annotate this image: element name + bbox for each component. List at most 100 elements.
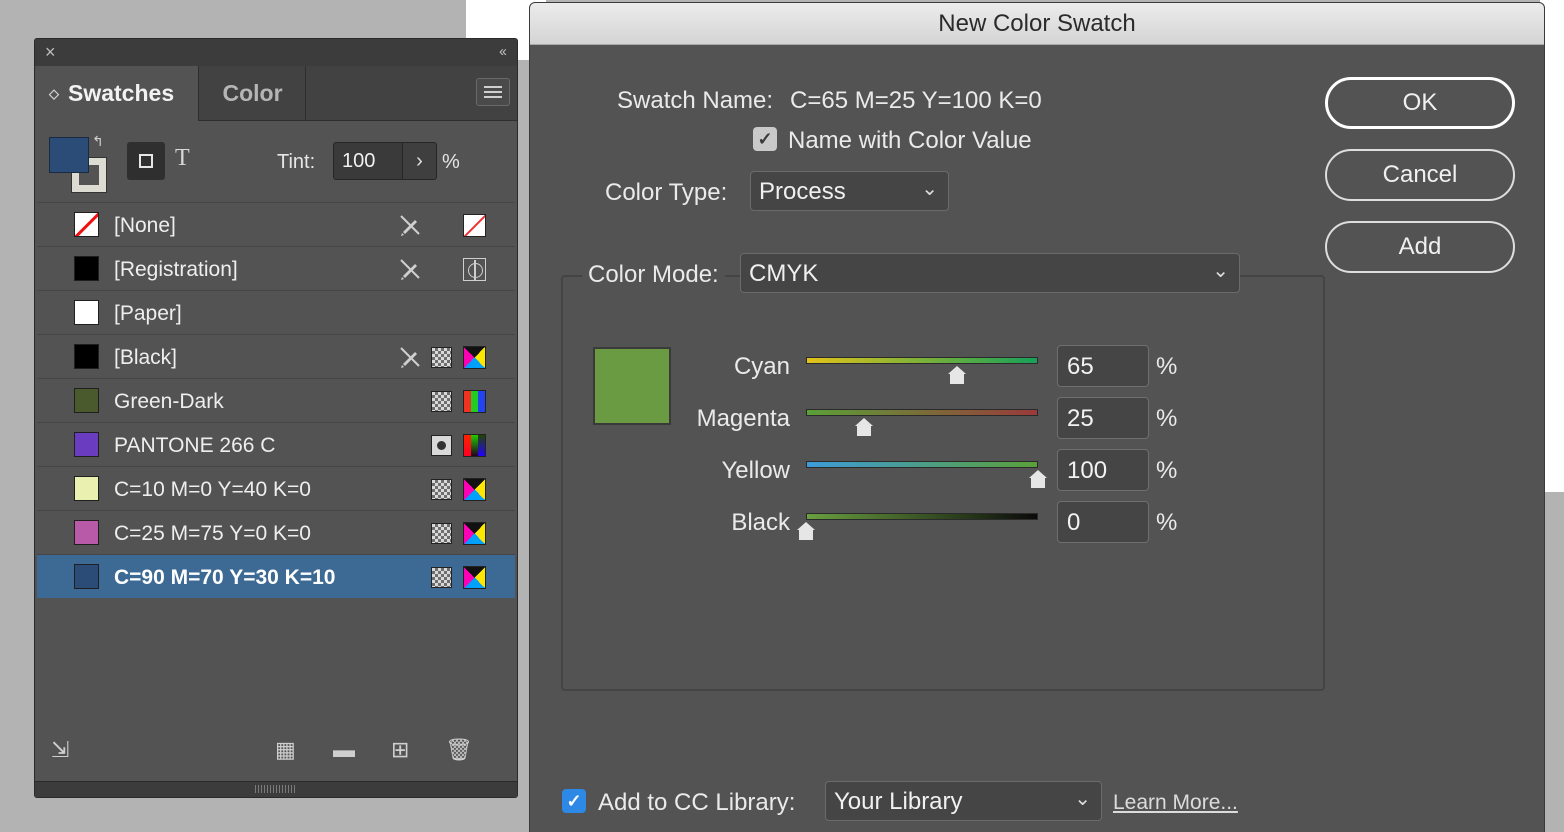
value-input-magenta[interactable]: 25 [1057, 397, 1149, 439]
panel-menu-button[interactable] [476, 78, 510, 106]
swatch-row[interactable]: PANTONE 266 C [37, 422, 515, 466]
pencil-crossed-icon [397, 212, 423, 238]
cmyk-icon [463, 522, 486, 545]
swatch-row[interactable]: [Paper] [37, 290, 515, 334]
folder-icon[interactable]: ▬ [333, 737, 355, 763]
pencil-crossed-icon [397, 256, 423, 282]
slider-track-cyan[interactable] [806, 357, 1038, 364]
swatch-chip [74, 432, 99, 457]
hamburger-icon [484, 86, 502, 88]
swatch-name: [Black] [114, 346, 178, 369]
fill-swatch[interactable] [49, 137, 89, 173]
slider-thumb-yellow[interactable] [1029, 470, 1047, 488]
swatch-chip [74, 388, 99, 413]
chevron-down-icon: ⌄ [1212, 260, 1229, 282]
cc-library-select[interactable]: Your Library ⌄ [825, 781, 1102, 821]
swatch-row[interactable]: C=90 M=70 Y=30 K=10 [37, 554, 515, 598]
collapse-icon[interactable]: ‹‹ [499, 43, 507, 60]
swatch-chip [74, 564, 99, 589]
none-icon [463, 214, 486, 237]
process-icon [431, 567, 452, 588]
swatch-row[interactable]: C=25 M=75 Y=0 K=0 [37, 510, 515, 554]
color-mode-label: Color Mode: [582, 261, 725, 289]
grid-view-icon[interactable]: ▦ [275, 737, 296, 763]
tab-swatches-label: Swatches [68, 80, 175, 106]
swatch-name: C=90 M=70 Y=30 K=10 [114, 566, 336, 589]
slider-track-yellow[interactable] [806, 461, 1038, 468]
rgb-icon [463, 390, 486, 413]
slider-track-black[interactable] [806, 513, 1038, 520]
slider-label-magenta: Magenta [696, 405, 790, 432]
color-type-value: Process [759, 178, 846, 205]
tint-stepper-button[interactable]: › [403, 142, 437, 180]
process-icon [431, 523, 452, 544]
panel-title-bar[interactable]: × ‹‹ [35, 39, 517, 66]
swap-arrow-icon[interactable]: ↰ [92, 133, 104, 150]
slider-thumb-cyan[interactable] [947, 366, 966, 384]
panel-tab-bar: ◇ Swatches Color [35, 66, 517, 121]
swatches-panel: × ‹‹ ◇ Swatches Color ↰ T Tint: 100 › % … [34, 38, 518, 798]
spot-icon [431, 435, 452, 456]
swatch-name-label: Swatch Name: [617, 87, 774, 114]
tint-unit: % [442, 151, 460, 173]
process-icon [431, 479, 452, 500]
tab-swatches[interactable]: ◇ Swatches [35, 66, 199, 121]
swatch-name: Green-Dark [114, 390, 224, 413]
color-type-select[interactable]: Process ⌄ [750, 171, 949, 211]
swatch-row[interactable]: [None] [37, 202, 515, 246]
value-input-black[interactable]: 0 [1057, 501, 1149, 543]
value-input-yellow[interactable]: 100 [1057, 449, 1149, 491]
formatting-affects-text-button[interactable]: T [175, 145, 190, 172]
panel-resize-bar[interactable] [35, 781, 517, 797]
close-icon[interactable]: × [45, 42, 56, 63]
process-icon [431, 391, 452, 412]
slider-label-black: Black [731, 509, 790, 536]
trash-icon[interactable]: 🗑 [445, 737, 473, 763]
new-swatch-icon[interactable]: ⊞ [391, 737, 409, 763]
learn-more-link[interactable]: Learn More... [1113, 791, 1238, 815]
chevron-updown-icon: ◇ [49, 85, 59, 101]
dialog-title: New Color Swatch [530, 3, 1544, 45]
cancel-button[interactable]: Cancel [1325, 149, 1515, 201]
tint-input[interactable]: 100 [333, 142, 403, 180]
tab-color[interactable]: Color [200, 66, 306, 121]
slider-label-cyan: Cyan [733, 353, 790, 380]
swatch-row[interactable]: [Black] [37, 334, 515, 378]
swatch-row[interactable]: [Registration] [37, 246, 515, 290]
slider-thumb-magenta[interactable] [855, 418, 873, 436]
color-type-label: Color Type: [605, 179, 728, 206]
percent-unit: % [1156, 353, 1178, 380]
add-button[interactable]: Add [1325, 221, 1515, 273]
ok-button[interactable]: OK [1325, 77, 1515, 129]
name-with-color-value-label: Name with Color Value [788, 127, 1032, 154]
panel-footer-toolbar: ⇲ ▦ ▬ ⊞ 🗑 [35, 719, 517, 797]
swatch-name-value[interactable]: C=65 M=25 Y=100 K=0 [790, 87, 1042, 115]
swatch-row[interactable]: Green-Dark [37, 378, 515, 422]
pencil-crossed-icon [397, 344, 423, 370]
swatch-chip [74, 344, 99, 369]
add-to-cc-library-checkbox[interactable]: ✓ [562, 789, 586, 813]
swatch-chip [74, 212, 99, 237]
cmyk-icon [463, 478, 486, 501]
fill-stroke-widget[interactable]: ↰ [49, 133, 109, 197]
value-input-cyan[interactable]: 65 [1057, 345, 1149, 387]
slider-thumb-black[interactable] [797, 522, 815, 540]
swatch-name: [Paper] [114, 302, 182, 325]
slider-track-magenta[interactable] [806, 409, 1038, 416]
formatting-affects-container-button[interactable] [127, 142, 165, 180]
swatch-row[interactable]: C=10 M=0 Y=40 K=0 [37, 466, 515, 510]
color-mode-select[interactable]: CMYK ⌄ [740, 253, 1240, 293]
swatch-name: PANTONE 266 C [114, 434, 276, 457]
name-with-color-value-checkbox[interactable]: ✓ [753, 127, 777, 151]
swatch-chip [74, 520, 99, 545]
cmyk-icon [463, 346, 486, 369]
percent-unit: % [1156, 509, 1178, 536]
swatch-name: C=10 M=0 Y=40 K=0 [114, 478, 311, 501]
process-icon [431, 347, 452, 368]
swatch-chip [74, 256, 99, 281]
resize-grip-icon[interactable] [255, 785, 295, 793]
place-swatch-icon[interactable]: ⇲ [51, 737, 69, 763]
percent-unit: % [1156, 457, 1178, 484]
cc-library-value: Your Library [834, 788, 963, 815]
lab-icon [463, 434, 486, 457]
